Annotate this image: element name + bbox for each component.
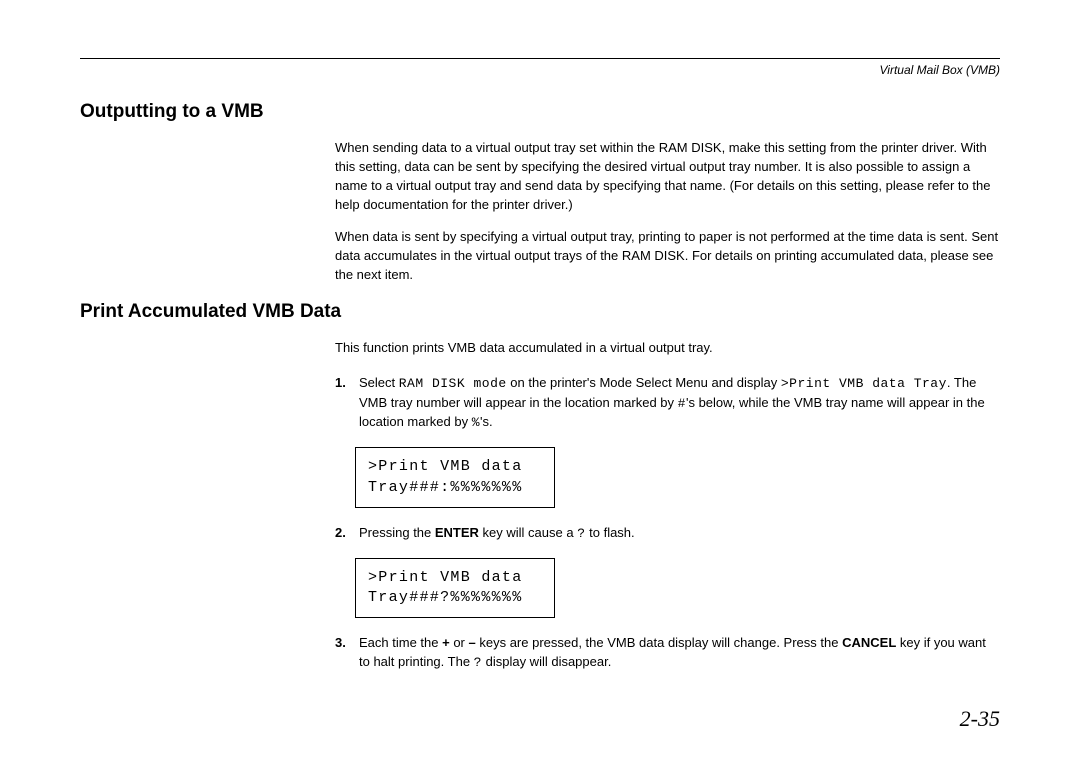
step3-mid2: keys are pressed, the VMB data display w… bbox=[476, 635, 842, 650]
step1-mono4: % bbox=[472, 415, 480, 430]
step-1: 1. Select RAM DISK mode on the printer's… bbox=[335, 374, 1000, 434]
display-box-2: >Print VMB data Tray###?%%%%%%% bbox=[355, 558, 555, 619]
section-title-outputting: Outputting to a VMB bbox=[80, 101, 1000, 123]
step1-mono2: >Print VMB data Tray bbox=[781, 376, 947, 391]
section2-intro-block: This function prints VMB data accumulate… bbox=[335, 339, 1000, 358]
step3-end: display will disappear. bbox=[482, 654, 611, 669]
page-number: 2-35 bbox=[960, 706, 1000, 732]
step3-bold1: + bbox=[442, 635, 450, 650]
section1-para1: When sending data to a virtual output tr… bbox=[335, 139, 1000, 214]
step3-pre: Each time the bbox=[359, 635, 442, 650]
step-list: 1. Select RAM DISK mode on the printer's… bbox=[335, 374, 1000, 434]
step1-mono1: RAM DISK mode bbox=[399, 376, 507, 391]
section1-body: When sending data to a virtual output tr… bbox=[335, 139, 1000, 285]
step1-pre: Select bbox=[359, 375, 399, 390]
step3-bold2: – bbox=[469, 635, 476, 650]
step-2-num: 2. bbox=[335, 524, 355, 544]
display-box-1: >Print VMB data Tray###:%%%%%%% bbox=[355, 447, 555, 508]
section1-para2: When data is sent by specifying a virtua… bbox=[335, 228, 1000, 285]
step-2: 2. Pressing the ENTER key will cause a ?… bbox=[335, 524, 1000, 544]
section-title-print: Print Accumulated VMB Data bbox=[80, 301, 1000, 323]
step1-mid1: on the printer's Mode Select Menu and di… bbox=[507, 375, 781, 390]
step3-mid1: or bbox=[450, 635, 469, 650]
step3-mono1: ? bbox=[474, 655, 482, 670]
display1-line1: >Print VMB data bbox=[368, 458, 523, 475]
display2-line2: Tray###?%%%%%%% bbox=[368, 589, 523, 606]
step1-mono3: # bbox=[678, 396, 686, 411]
step-list-2: 2. Pressing the ENTER key will cause a ?… bbox=[335, 524, 1000, 544]
section2-intro: This function prints VMB data accumulate… bbox=[335, 339, 1000, 358]
display1-line2: Tray###:%%%%%%% bbox=[368, 479, 523, 496]
step2-mid: key will cause a bbox=[479, 525, 577, 540]
step-1-content: Select RAM DISK mode on the printer's Mo… bbox=[359, 374, 1000, 434]
step2-mono1: ? bbox=[577, 526, 585, 541]
step-list-3: 3. Each time the + or – keys are pressed… bbox=[335, 634, 1000, 673]
step3-bold3: CANCEL bbox=[842, 635, 896, 650]
header-label: Virtual Mail Box (VMB) bbox=[80, 63, 1000, 77]
header-rule bbox=[80, 58, 1000, 59]
display2-line1: >Print VMB data bbox=[368, 569, 523, 586]
step2-end: to flash. bbox=[586, 525, 635, 540]
step2-bold1: ENTER bbox=[435, 525, 479, 540]
document-page: Virtual Mail Box (VMB) Outputting to a V… bbox=[0, 0, 1080, 727]
step-3: 3. Each time the + or – keys are pressed… bbox=[335, 634, 1000, 673]
step2-pre: Pressing the bbox=[359, 525, 435, 540]
step-3-content: Each time the + or – keys are pressed, t… bbox=[359, 634, 1000, 673]
step1-end: 's. bbox=[480, 414, 493, 429]
step-3-num: 3. bbox=[335, 634, 355, 673]
step-2-content: Pressing the ENTER key will cause a ? to… bbox=[359, 524, 1000, 544]
step-1-num: 1. bbox=[335, 374, 355, 434]
